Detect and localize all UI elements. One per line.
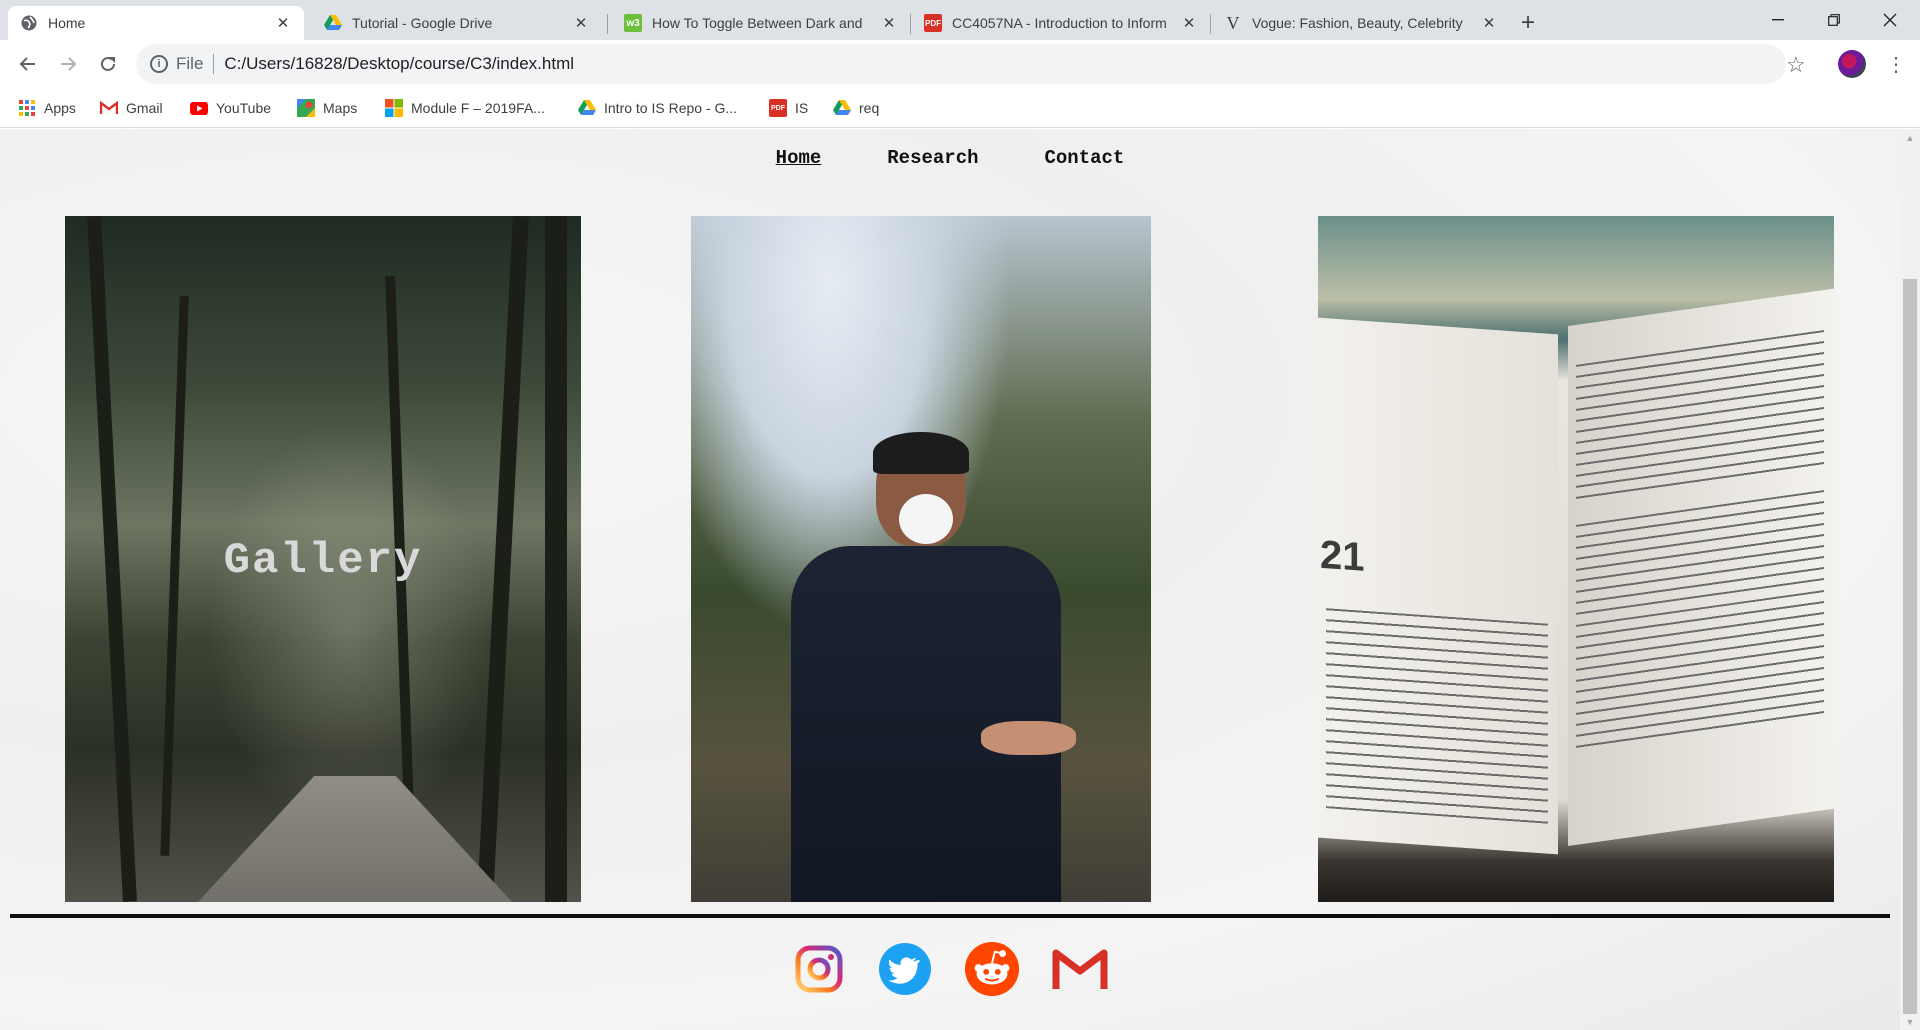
bookmark-module-f[interactable]: Module F – 2019FA...: [385, 98, 545, 118]
hair: [873, 432, 969, 474]
vertical-scrollbar[interactable]: ▲ ▼: [1900, 129, 1920, 1030]
vogue-icon: V: [1226, 12, 1240, 33]
info-icon[interactable]: i: [150, 55, 168, 73]
bookmark-label: IS: [795, 100, 809, 116]
scroll-up-arrow-icon[interactable]: ▲: [1900, 129, 1920, 146]
person-figure: [791, 432, 1076, 902]
bookmark-star-icon[interactable]: ☆: [1786, 52, 1806, 78]
reload-icon[interactable]: [92, 48, 124, 80]
new-tab-icon[interactable]: +: [1514, 9, 1542, 37]
forest-photo: Gallery: [65, 216, 581, 902]
google-drive-icon: [578, 99, 596, 117]
kebab-menu-icon[interactable]: ⋮: [1886, 48, 1906, 80]
tab-separator: [1210, 14, 1211, 34]
pdf-icon: PDF: [924, 14, 942, 32]
tab-pdf-course[interactable]: PDF CC4057NA - Introduction to Inform ✕: [912, 6, 1210, 40]
pdf-icon: PDF: [769, 99, 787, 117]
bookmark-req[interactable]: req: [833, 98, 879, 118]
forward-arrow-icon[interactable]: [52, 48, 84, 80]
back-arrow-icon[interactable]: [12, 48, 44, 80]
text-lines: [1576, 330, 1824, 505]
globe-icon: [20, 14, 38, 32]
address-bar[interactable]: i File C:/Users/16828/Desktop/course/C3/…: [136, 44, 1786, 84]
forest-path: [185, 776, 525, 902]
url-scheme: File: [176, 54, 204, 73]
tab-separator: [607, 14, 608, 34]
nav-home-link[interactable]: Home: [776, 147, 822, 169]
twitter-icon[interactable]: [877, 941, 933, 997]
close-tab-icon[interactable]: ✕: [274, 14, 292, 32]
bookmark-label: Module F – 2019FA...: [411, 100, 545, 116]
tab-w3schools[interactable]: w3 How To Toggle Between Dark and ✕: [612, 6, 910, 40]
w3schools-icon: w3: [624, 14, 642, 32]
close-window-icon[interactable]: [1862, 0, 1918, 40]
bookmark-label: req: [859, 100, 880, 116]
nav-contact-link[interactable]: Contact: [1045, 147, 1125, 169]
book-right-page: [1568, 288, 1834, 846]
google-drive-icon: [324, 14, 342, 32]
nav-research-link[interactable]: Research: [887, 147, 978, 169]
close-tab-icon[interactable]: ✕: [572, 14, 590, 32]
text-lines: [1576, 590, 1824, 755]
bookmark-label: YouTube: [216, 100, 272, 116]
tab-home[interactable]: Home ✕: [8, 6, 304, 40]
profile-avatar[interactable]: [1838, 50, 1866, 78]
scroll-down-arrow-icon[interactable]: ▼: [1900, 1013, 1920, 1030]
tab-vogue[interactable]: V Vogue: Fashion, Beauty, Celebrity ✕: [1212, 6, 1510, 40]
close-tab-icon[interactable]: ✕: [1180, 14, 1198, 32]
bookmark-label: Apps: [44, 100, 76, 116]
book-photo: 21: [1318, 216, 1834, 902]
text-lines: [1326, 608, 1548, 824]
gallery-title: Gallery: [223, 536, 423, 586]
tab-google-drive[interactable]: Tutorial - Google Drive ✕: [312, 6, 602, 40]
browser-toolbar: i File C:/Users/16828/Desktop/course/C3/…: [0, 40, 1920, 88]
maps-icon: [297, 99, 315, 117]
book-left-page: 21: [1318, 317, 1558, 855]
bookmark-label: Maps: [323, 100, 358, 116]
tab-separator: [910, 14, 911, 34]
bookmarks-bar: Apps Gmail YouTube Maps Module F – 2019F…: [0, 88, 1920, 128]
gmail-icon[interactable]: [1052, 941, 1108, 997]
minimize-icon[interactable]: [1750, 0, 1806, 40]
bookmark-label: Intro to IS Repo - G...: [604, 100, 738, 116]
person-photo: [691, 216, 1151, 902]
outstretched-hand: [981, 721, 1076, 755]
tab-title: CC4057NA - Introduction to Inform: [952, 15, 1167, 31]
footer-divider: [10, 914, 1890, 918]
page-viewport: Home Research Contact Gallery 21: [0, 129, 1900, 1030]
apps-grid-icon: [18, 99, 36, 117]
youtube-icon: [190, 99, 208, 117]
tab-title: Tutorial - Google Drive: [352, 15, 493, 31]
tab-strip: Home ✕ Tutorial - Google Drive ✕ w3 How …: [0, 0, 1920, 40]
instagram-icon[interactable]: [791, 941, 847, 997]
bookmark-intro-is-repo[interactable]: Intro to IS Repo - G...: [578, 98, 737, 118]
book-page-number: 21: [1320, 532, 1365, 580]
mask-puff: [899, 494, 953, 544]
google-drive-icon: [833, 99, 851, 117]
url-text: C:/Users/16828/Desktop/course/C3/index.h…: [224, 54, 575, 73]
bookmark-is[interactable]: PDF IS: [769, 98, 808, 118]
close-tab-icon[interactable]: ✕: [880, 14, 898, 32]
bookmark-gmail[interactable]: Gmail: [100, 98, 163, 118]
site-nav: Home Research Contact: [0, 147, 1900, 169]
url-divider: [213, 54, 215, 74]
restore-icon[interactable]: [1806, 0, 1862, 40]
microsoft-icon: [385, 99, 403, 117]
scrollbar-thumb[interactable]: [1903, 279, 1917, 1014]
bookmark-maps[interactable]: Maps: [297, 98, 357, 118]
bookmark-youtube[interactable]: YouTube: [190, 98, 271, 118]
gmail-icon: [100, 99, 118, 117]
close-tab-icon[interactable]: ✕: [1480, 14, 1498, 32]
bookmark-label: Gmail: [126, 100, 163, 116]
tab-title: Home: [48, 15, 86, 31]
reddit-icon[interactable]: [964, 941, 1020, 997]
tab-title: Vogue: Fashion, Beauty, Celebrity: [1252, 15, 1463, 31]
tab-title: How To Toggle Between Dark and: [652, 15, 863, 31]
bookmark-apps[interactable]: Apps: [18, 98, 76, 118]
